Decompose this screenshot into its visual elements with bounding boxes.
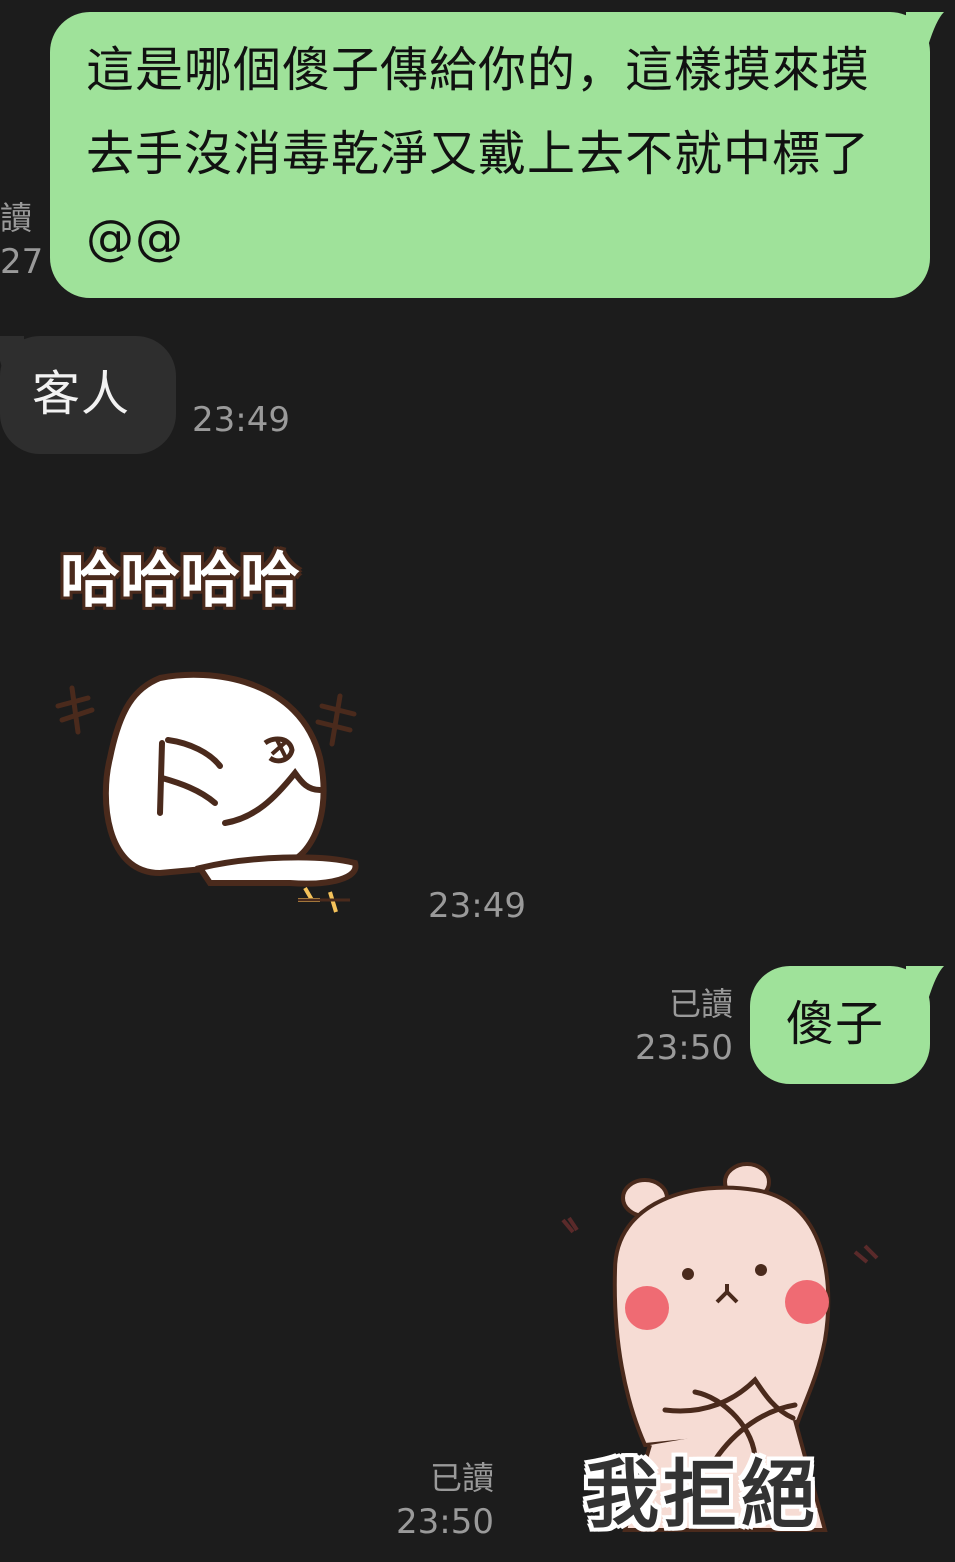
sticker-bear-refuse[interactable]: 我拒絕: [555, 1160, 895, 1540]
timestamp: 27: [0, 242, 44, 282]
read-label: 已讀: [668, 985, 733, 1023]
laughing-face-icon: [55, 671, 359, 913]
bubble-tail: [906, 12, 944, 46]
message-bubble-incoming[interactable]: 客人: [0, 336, 176, 454]
bubble-tail: [906, 966, 944, 1000]
read-status: 已讀 23:50: [360, 1456, 494, 1544]
timestamp: 23:50: [635, 1028, 733, 1068]
message-text: 傻子: [786, 996, 885, 1052]
message-bubble-outgoing[interactable]: 這是哪個傻子傳給你的，這樣摸來摸去手沒消毒乾淨又戴上去不就中標了@@: [50, 12, 944, 298]
sticker-caption: 我拒絕: [585, 1452, 819, 1538]
message-text: 這是哪個傻子傳給你的，這樣摸來摸去手沒消毒乾淨又戴上去不就中標了@@: [86, 42, 871, 266]
message-text: 客人: [32, 366, 131, 422]
read-label: 讀: [0, 199, 33, 237]
sticker-laughing[interactable]: 哈哈哈哈: [50, 528, 380, 918]
read-label: 已讀: [429, 1459, 494, 1497]
read-status: 已讀 23:50: [600, 982, 733, 1070]
timestamp: 23:49: [192, 400, 290, 440]
read-status-partial: 讀 27: [0, 196, 44, 284]
bubble-tail: [0, 336, 24, 368]
timestamp: 23:50: [396, 1502, 494, 1542]
timestamp: 23:49: [428, 886, 526, 926]
message-bubble-outgoing[interactable]: 傻子: [750, 966, 944, 1084]
